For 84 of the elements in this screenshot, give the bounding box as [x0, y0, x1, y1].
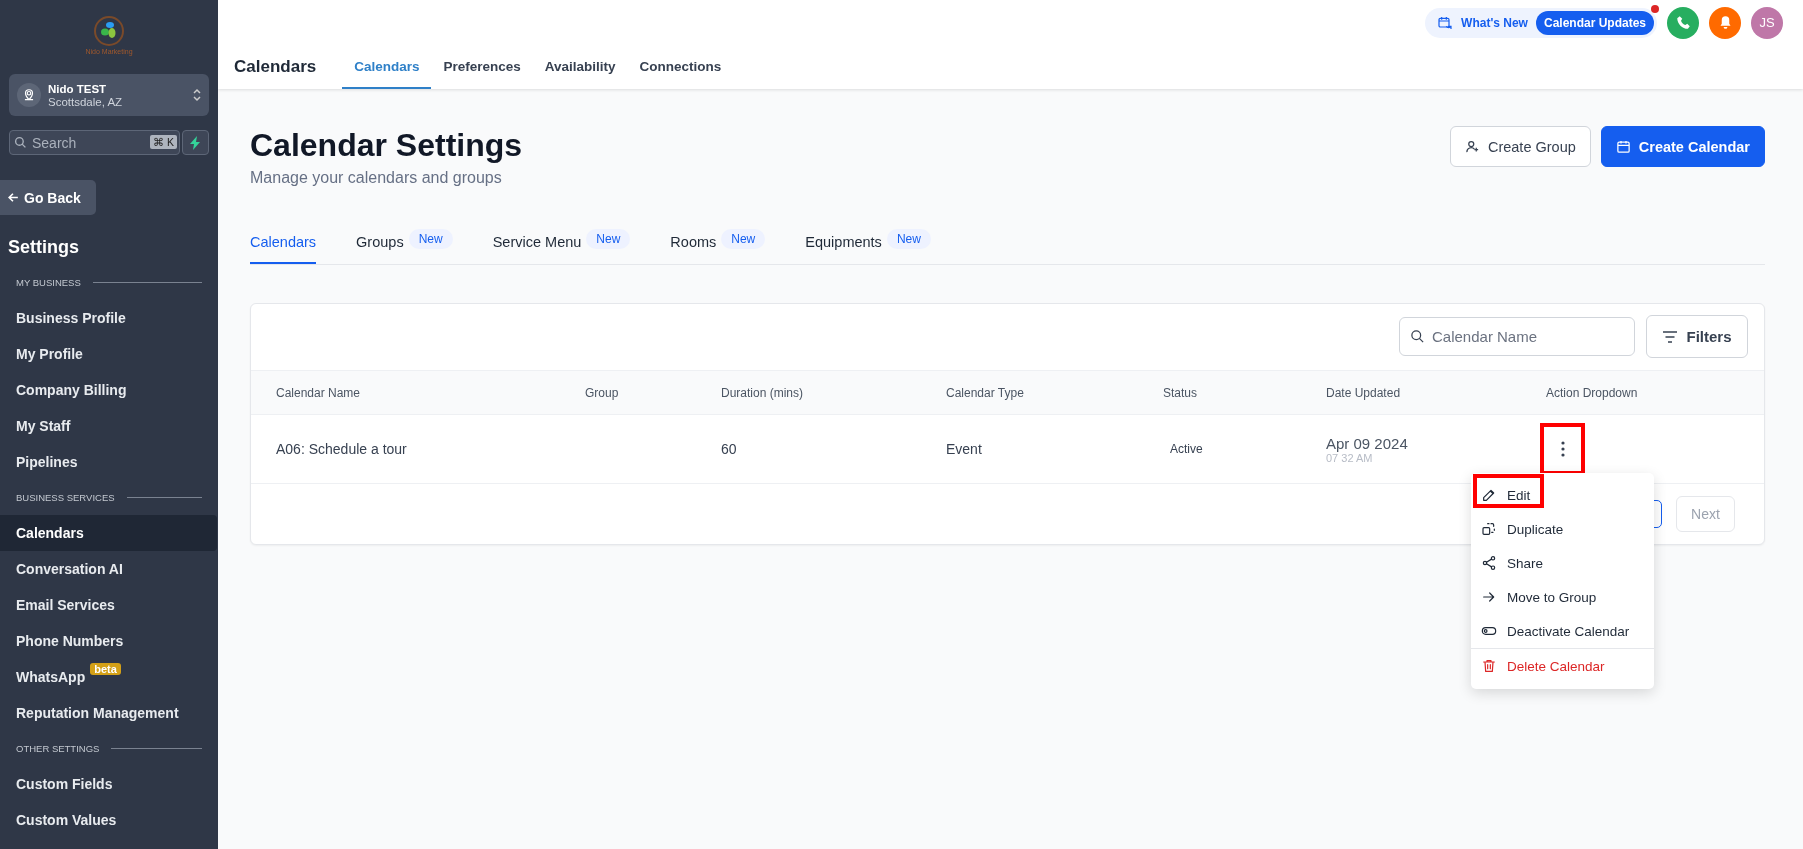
date-text: Apr 09 2024 — [1326, 434, 1408, 452]
tab[interactable]: Equipments New — [805, 227, 931, 264]
sidebar-item[interactable]: Company Billing — [0, 372, 217, 408]
column-header: Duration (mins) — [721, 385, 804, 400]
section-heading: OTHER SETTINGS — [16, 743, 100, 754]
account-location: Scottsdale, AZ — [48, 95, 124, 108]
whats-new-label: What's New — [1461, 15, 1528, 30]
column-header: Calendar Name — [276, 385, 361, 400]
phone-button[interactable] — [1667, 6, 1699, 39]
nav-tab[interactable]: Availability — [532, 45, 628, 89]
tab[interactable]: Service Menu New — [492, 227, 631, 264]
logo-icon — [93, 15, 125, 47]
calendar-refresh-icon — [1437, 14, 1454, 31]
new-badge: New — [886, 229, 931, 249]
create-group-button[interactable]: Create Group — [1449, 126, 1591, 167]
shortcut-hint: ⌘ K — [150, 135, 177, 149]
sidebar-item[interactable]: Email Services — [0, 587, 217, 623]
location-pin-icon — [17, 83, 41, 107]
sidebar-title: Settings — [8, 237, 80, 259]
sidebar-item[interactable]: Calendars — [0, 515, 217, 551]
sidebar-item[interactable]: Reputation Management — [0, 695, 217, 731]
new-badge: New — [586, 229, 631, 249]
trash-icon — [1481, 658, 1497, 674]
menu-item[interactable]: Edit — [1471, 478, 1654, 512]
filter-icon — [1662, 329, 1679, 344]
account-switcher[interactable]: Nido TEST Scottsdale, AZ — [9, 74, 209, 116]
lightning-icon — [190, 135, 201, 150]
phone-icon — [1675, 15, 1691, 30]
column-header: Date Updated — [1326, 385, 1401, 400]
tab[interactable]: Rooms New — [670, 227, 766, 264]
sidebar-item[interactable]: Business Profile — [0, 300, 217, 336]
back-button[interactable]: Go Back — [0, 180, 96, 215]
section-heading: BUSINESS SERVICES — [16, 492, 115, 503]
new-badge: New — [721, 229, 766, 249]
menu-item[interactable]: Delete Calendar — [1471, 648, 1654, 683]
column-header: Action Dropdown — [1546, 385, 1638, 400]
section-heading: MY BUSINESS — [16, 277, 81, 288]
beta-badge: beta — [90, 663, 121, 675]
add-user-icon — [1464, 139, 1480, 154]
new-badge: New — [408, 229, 453, 249]
column-header: Calendar Type — [946, 385, 1024, 400]
table-cell: A06: Schedule a tour — [276, 441, 407, 457]
notifications-button[interactable] — [1709, 6, 1741, 39]
column-header: Group — [585, 385, 619, 400]
sidebar-item[interactable]: My Profile — [0, 336, 217, 372]
nav-tab[interactable]: Preferences — [431, 45, 533, 89]
table-cell: 60 — [721, 441, 737, 457]
sidebar-item[interactable]: WhatsApp beta — [0, 659, 217, 695]
page-title: Calendar Settings — [250, 127, 523, 164]
pencil-icon — [1481, 487, 1497, 503]
menu-item[interactable]: Move to Group — [1471, 580, 1654, 614]
filters-button[interactable]: Filters — [1646, 315, 1748, 358]
sidebar-item[interactable]: My Staff — [0, 408, 217, 444]
page-subtitle: Manage your calendars and groups — [250, 169, 503, 187]
sidebar-item[interactable]: Conversation AI — [0, 551, 217, 587]
sidebar-item[interactable]: Phone Numbers — [0, 623, 217, 659]
menu-item[interactable]: Share — [1471, 546, 1654, 580]
sidebar-item[interactable]: Custom Values — [0, 802, 217, 838]
time-text: 07 32 AM — [1326, 451, 1373, 464]
tab[interactable]: Calendars — [250, 227, 317, 264]
account-name: Nido TEST — [48, 82, 108, 95]
share-icon — [1481, 555, 1497, 571]
kebab-icon — [1560, 441, 1565, 457]
sidebar-item[interactable]: Pipelines — [0, 444, 217, 480]
chevron-up-down-icon — [193, 88, 201, 102]
table-cell: Event — [946, 441, 982, 457]
updates-badge: Calendar Updates — [1535, 10, 1654, 35]
sidebar-item[interactable]: Custom Fields — [0, 766, 217, 802]
create-calendar-button[interactable]: Create Calendar — [1600, 126, 1765, 167]
nav-tab[interactable]: Connections — [627, 45, 734, 89]
menu-item[interactable]: Deactivate Calendar — [1471, 614, 1654, 648]
column-header: Status — [1163, 385, 1198, 400]
calendar-icon — [1615, 139, 1631, 154]
page-heading: Calendars — [234, 57, 317, 77]
quick-action-button[interactable] — [182, 130, 209, 155]
whats-new-pill[interactable]: What's New Calendar Updates — [1425, 7, 1657, 38]
arrow-right-icon — [1481, 589, 1497, 605]
nav-tab[interactable]: Calendars — [342, 45, 432, 89]
notification-dot — [1651, 4, 1659, 13]
menu-item[interactable]: Duplicate — [1471, 512, 1654, 546]
tab[interactable]: Groups New — [356, 227, 453, 264]
arrow-left-icon — [7, 191, 20, 204]
status-label: Active — [1170, 442, 1203, 456]
copy-icon — [1481, 521, 1497, 537]
